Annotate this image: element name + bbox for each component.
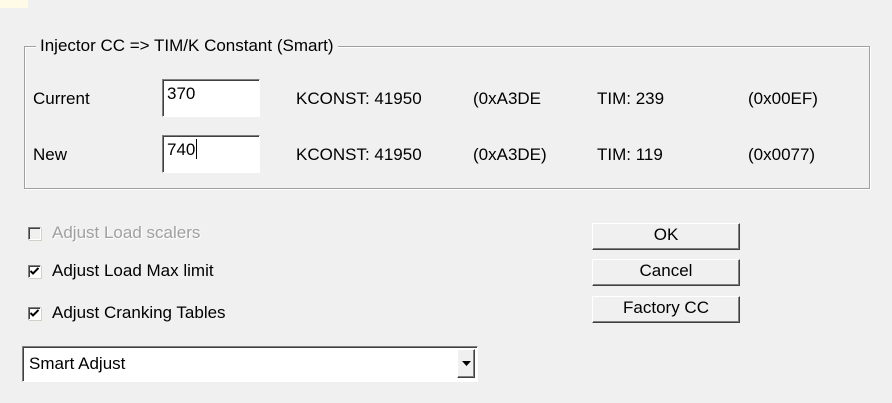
injector-groupbox xyxy=(24,46,870,189)
ok-button[interactable]: OK xyxy=(592,223,740,250)
check-mark-icon xyxy=(30,308,39,317)
current-tim-hex: (0x00EF) xyxy=(748,89,818,108)
option-adjust-load-scalers: Adjust Load scalers xyxy=(28,223,200,243)
new-label: New xyxy=(33,145,68,164)
adjust-mode-value: Smart Adjust xyxy=(29,354,126,373)
groupbox-title: Injector CC => TIM/K Constant (Smart) xyxy=(36,35,338,57)
adjust-mode-select[interactable]: Smart Adjust xyxy=(22,346,478,382)
new-kconst: KCONST: 41950 xyxy=(296,145,422,164)
current-cc-input[interactable]: 370 xyxy=(162,79,260,117)
previous-window-edge xyxy=(0,0,28,8)
adjust-load-max-limit-label: Adjust Load Max limit xyxy=(52,261,214,280)
adjust-cranking-tables-label: Adjust Cranking Tables xyxy=(52,303,226,322)
adjust-cranking-tables-checkbox[interactable] xyxy=(28,306,41,320)
adjust-load-scalers-checkbox xyxy=(28,226,41,240)
check-mark-icon xyxy=(30,266,39,275)
option-adjust-load-max-limit[interactable]: Adjust Load Max limit xyxy=(28,261,214,281)
current-cc-value: 370 xyxy=(167,84,196,103)
current-kconst-hex: (0xA3DE) xyxy=(473,89,541,108)
new-cc-value: 740 xyxy=(167,140,196,159)
adjust-mode-dropdown-button[interactable] xyxy=(457,349,475,378)
adjust-load-max-limit-checkbox[interactable] xyxy=(28,264,41,278)
new-tim: TIM: 119 xyxy=(597,145,663,164)
text-caret xyxy=(196,139,198,159)
current-kconst: KCONST: 41950 xyxy=(296,89,422,108)
chevron-down-icon xyxy=(462,361,471,366)
current-label: Current xyxy=(33,89,90,108)
adjust-load-scalers-label: Adjust Load scalers xyxy=(52,223,201,242)
new-cc-input[interactable]: 740 xyxy=(162,135,260,173)
new-kconst-hex: (0xA3DE) xyxy=(473,145,547,164)
option-adjust-cranking-tables[interactable]: Adjust Cranking Tables xyxy=(28,303,226,323)
factory-cc-button[interactable]: Factory CC xyxy=(592,296,740,323)
current-tim: TIM: 239 xyxy=(597,89,665,108)
cancel-button[interactable]: Cancel xyxy=(592,259,740,286)
new-tim-hex: (0x0077) xyxy=(748,145,816,164)
